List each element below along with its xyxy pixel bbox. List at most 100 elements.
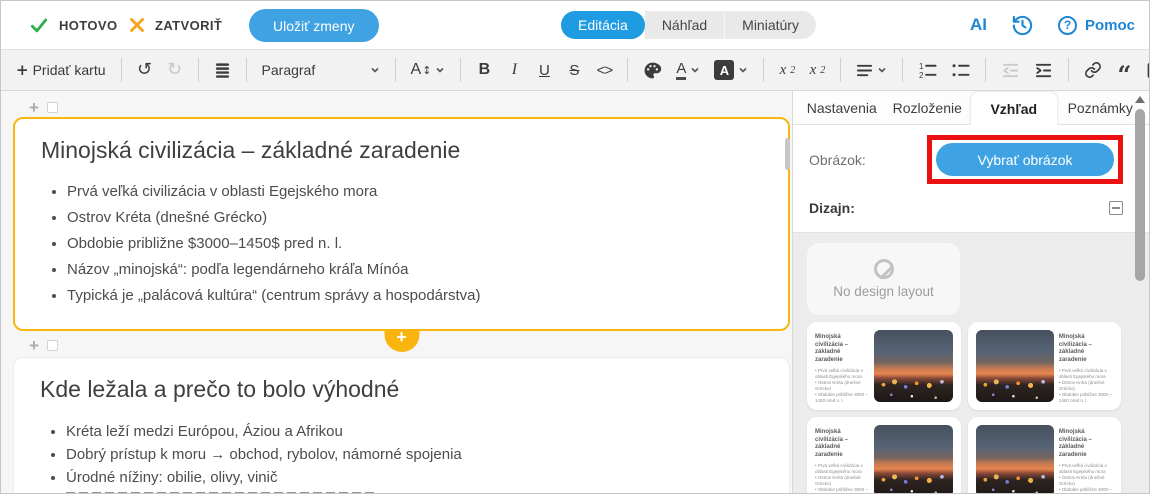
tab-editacia[interactable]: Editácia <box>561 11 645 39</box>
card-title[interactable]: Minojská civilizácia – základné zaradeni… <box>41 135 762 165</box>
italic-button[interactable]: I <box>501 55 527 85</box>
font-size-dropdown[interactable]: A ↕ <box>406 55 451 85</box>
card-bullet[interactable]: Prvá veľká civilizácia v oblasti Egejské… <box>67 179 762 205</box>
design-thumb-title: Minojská civilizácia – základné zaradeni… <box>1059 334 1113 364</box>
bullet-list-button[interactable] <box>946 55 975 85</box>
done-label: HOTOVO <box>59 18 118 33</box>
blockquote-button[interactable]: “ <box>1111 55 1137 85</box>
align-icon <box>856 62 873 79</box>
layers-button[interactable] <box>209 55 236 85</box>
palette-button[interactable] <box>638 55 667 85</box>
appearance-section: Obrázok: Vybrať obrázok Dizajn: <box>793 125 1149 233</box>
svg-text:1: 1 <box>919 62 924 71</box>
design-grid: Minojská civilizácia – základné zaradeni… <box>807 322 1121 493</box>
underline-button[interactable]: U <box>531 55 557 85</box>
panel-scrollbar-thumb[interactable] <box>1135 109 1145 281</box>
insert-template-dropdown[interactable] <box>1141 55 1150 85</box>
no-design-label: No design layout <box>833 284 934 299</box>
ai-button[interactable]: AI <box>970 15 987 35</box>
design-thumb-text: Minojská civilizácia – základné zaradeni… <box>1059 330 1113 402</box>
link-icon <box>1084 61 1102 79</box>
card-bullet[interactable]: Kréta leží medzi Európou, Áziou a Afriko… <box>66 420 763 443</box>
indent-button[interactable] <box>1029 55 1058 85</box>
paragraph-style-dropdown[interactable]: Paragraf <box>257 55 385 85</box>
card-bullet[interactable]: Úrodné nížiny: obilie, olivy, vinič <box>66 466 763 489</box>
design-row: Dizajn: <box>809 200 1123 216</box>
card-title[interactable]: Kde ležala a prečo to bolo výhodné <box>40 374 763 404</box>
scroll-up-arrow-icon[interactable] <box>1135 96 1145 103</box>
panel-tabs: Nastavenia Rozloženie Vzhľad Poznámky <box>793 91 1149 125</box>
app-window: HOTOVO ZATVORIŤ Uložiť zmeny Editácia Ná… <box>0 0 1150 494</box>
toolbar-separator <box>902 58 903 82</box>
tab-nahlad[interactable]: Náhľad <box>645 11 724 39</box>
save-changes-button[interactable]: Uložiť zmeny <box>249 9 379 42</box>
properties-panel: Nastavenia Rozloženie Vzhľad Poznámky Ob… <box>792 91 1149 493</box>
select-image-button[interactable]: Vybrať obrázok <box>936 143 1114 176</box>
tab-nastavenia[interactable]: Nastavenia <box>799 91 885 124</box>
tab-rozlozenie[interactable]: Rozloženie <box>885 91 971 124</box>
tab-miniatury[interactable]: Miniatúry <box>724 11 816 39</box>
insert-card-plus-icon[interactable]: + <box>29 99 39 116</box>
view-mode-tabs: Editácia Náhľad Miniatúry <box>561 11 816 39</box>
layers-icon <box>214 62 231 79</box>
card-editor-area: + Minojská civilizácia – základné zarade… <box>1 91 792 493</box>
chevron-down-icon <box>370 65 380 75</box>
design-thumb-text: Minojská civilizácia – základné zaradeni… <box>1059 425 1113 493</box>
highlight-color-icon: A <box>714 60 734 80</box>
superscript-button[interactable]: x2 <box>774 55 800 85</box>
card-select-checkbox[interactable] <box>47 340 58 351</box>
toolbar-separator <box>246 58 247 82</box>
highlight-color-dropdown[interactable]: A <box>709 55 753 85</box>
card-minoan-intro[interactable]: Minojská civilizácia – základné zaradeni… <box>13 117 790 331</box>
toolbar-separator <box>763 58 764 82</box>
subscript-exp: 2 <box>820 65 825 76</box>
bold-button[interactable]: B <box>471 55 497 85</box>
no-design-layout-option[interactable]: No design layout <box>807 243 960 315</box>
design-thumbnail[interactable]: Minojská civilizácia – základné zaradeni… <box>807 417 961 493</box>
card-bullet[interactable]: Názov „minojská“: podľa legendárneho krá… <box>67 257 762 283</box>
help-button[interactable]: ? Pomoc <box>1058 16 1135 35</box>
card-bullet[interactable]: Typická je „palácová kultúra“ (centrum s… <box>67 283 762 309</box>
card-bullet-list: Prvá veľká civilizácia v oblasti Egejské… <box>41 179 762 309</box>
design-thumb-text: Minojská civilizácia – základné zaradeni… <box>815 425 869 493</box>
design-thumb-bullet: Ostrov Kréta (dnešné Grécko) <box>815 475 869 487</box>
inline-code-button[interactable]: <> <box>591 55 617 85</box>
close-icon <box>129 17 145 33</box>
card-location[interactable]: Kde ležala a prečo to bolo výhodné Kréta… <box>13 357 790 493</box>
tab-poznamky[interactable]: Poznámky <box>1058 91 1144 124</box>
tab-vzhlad[interactable]: Vzhľad <box>970 91 1058 125</box>
insert-card-plus-icon[interactable]: + <box>29 337 39 354</box>
align-dropdown[interactable] <box>851 55 892 85</box>
top-bar: HOTOVO ZATVORIŤ Uložiť zmeny Editácia Ná… <box>1 1 1149 49</box>
ordered-list-button[interactable]: 12 <box>913 55 942 85</box>
editor-scrollbar-thumb[interactable] <box>785 138 790 170</box>
card-bullet[interactable]: Obdobie približne $3000–1450$ pred n. l. <box>67 231 762 257</box>
design-thumb-bullet: Prvá veľká civilizácia v oblasti Egejské… <box>815 368 869 380</box>
strikethrough-button[interactable]: S <box>561 55 587 85</box>
undo-button[interactable]: ↺ <box>132 55 158 85</box>
close-button[interactable]: ZATVORIŤ <box>129 1 222 49</box>
link-button[interactable] <box>1079 55 1107 85</box>
collapse-section-icon[interactable] <box>1109 201 1123 215</box>
design-thumbnail[interactable]: Minojská civilizácia – základné zaradeni… <box>968 417 1122 493</box>
history-icon[interactable] <box>1011 14 1034 37</box>
card-bullet[interactable]: Ostrov Kréta (dnešné Grécko) <box>67 205 762 231</box>
annotation-highlight-box: Vybrať obrázok <box>927 135 1123 184</box>
design-thumb-bullet: Obdobie približne 3000 – 1450 pred n. l. <box>815 392 869 402</box>
outdent-button[interactable] <box>996 55 1025 85</box>
top-bar-right: AI ? Pomoc <box>970 1 1135 49</box>
palette-icon <box>643 61 662 80</box>
done-button[interactable]: HOTOVO <box>29 1 118 49</box>
card-select-checkbox[interactable] <box>47 102 58 113</box>
design-thumb-title: Minojská civilizácia – základné zaradeni… <box>815 334 869 364</box>
design-thumbnail[interactable]: Minojská civilizácia – základné zaradeni… <box>968 322 1122 410</box>
redo-button[interactable]: ↻ <box>162 55 188 85</box>
design-thumbnail[interactable]: Minojská civilizácia – základné zaradeni… <box>807 322 961 410</box>
text-color-dropdown[interactable]: A <box>671 55 705 85</box>
card-bullet[interactable]: Dobrý prístup k moru → obchod, rybolov, … <box>66 443 763 466</box>
add-card-button[interactable]: + Pridať kartu <box>11 55 111 85</box>
design-thumb-bullet: Prvá veľká civilizácia v oblasti Egejské… <box>1059 463 1113 475</box>
design-thumb-bullet: Obdobie približne 3000 – 1450 pred n. l. <box>1059 487 1113 493</box>
design-thumb-bullet: Ostrov Kréta (dnešné Grécko) <box>1059 475 1113 487</box>
subscript-button[interactable]: x2 <box>804 55 830 85</box>
